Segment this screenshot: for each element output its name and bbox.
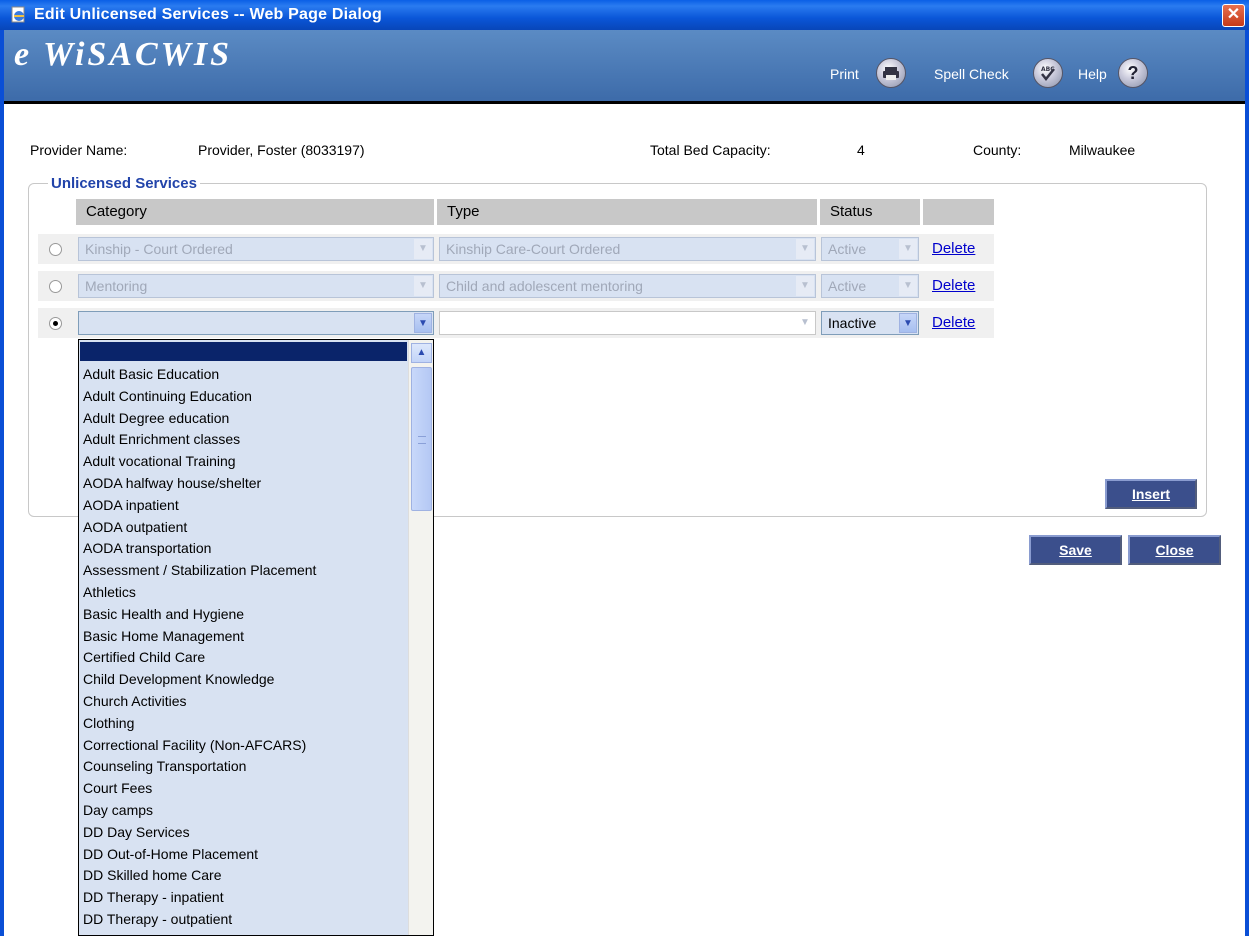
insert-button[interactable]: Insert	[1105, 479, 1197, 509]
type-select-value: Child and adolescent mentoring	[446, 278, 643, 294]
dropdown-option[interactable]: Day camps	[83, 799, 153, 821]
dropdown-option[interactable]: Adult Enrichment classes	[83, 428, 240, 450]
dropdown-option[interactable]: DD Therapy - outpatient	[83, 908, 232, 930]
dropdown-option[interactable]: Court Fees	[83, 777, 152, 799]
dropdown-option[interactable]: DD Out-of-Home Placement	[83, 843, 258, 865]
scrollbar-thumb[interactable]	[411, 367, 432, 511]
category-select-value: Mentoring	[85, 278, 148, 294]
chevron-down-icon: ▼	[796, 276, 814, 296]
dropdown-option[interactable]: AODA outpatient	[83, 516, 187, 538]
category-select[interactable]: Mentoring ▼	[78, 274, 434, 298]
dropdown-option[interactable]: Counseling Transportation	[83, 755, 246, 777]
column-header-status: Status	[820, 199, 920, 225]
spell-check-icon[interactable]: ABC	[1033, 58, 1063, 88]
dropdown-option[interactable]: Adult Basic Education	[83, 363, 219, 385]
delete-link[interactable]: Delete	[932, 314, 975, 331]
window-frame-right	[1245, 30, 1249, 936]
window-title: Edit Unlicensed Services -- Web Page Dia…	[34, 6, 382, 23]
column-header-type: Type	[437, 199, 817, 225]
status-select-value: Active	[828, 241, 867, 257]
dropdown-option[interactable]: DD Skilled home Care	[83, 864, 222, 886]
type-select[interactable]: Child and adolescent mentoring ▼	[439, 274, 816, 298]
chevron-down-icon: ▼	[899, 276, 917, 296]
dropdown-option[interactable]: DD Day Services	[83, 821, 190, 843]
dropdown-option[interactable]: Athletics	[83, 581, 136, 603]
printer-icon[interactable]	[876, 58, 906, 88]
county-label: County:	[973, 142, 1022, 158]
provider-name-label: Provider Name:	[30, 142, 128, 158]
dropdown-option[interactable]: Child Development Knowledge	[83, 668, 274, 690]
unlicensed-services-legend: Unlicensed Services	[48, 175, 200, 192]
dropdown-option[interactable]: Adult vocational Training	[83, 450, 236, 472]
bed-capacity-label: Total Bed Capacity:	[650, 142, 771, 158]
chevron-down-icon: ▼	[414, 276, 432, 296]
grip-icon	[418, 436, 426, 444]
bed-capacity-value: 4	[857, 142, 865, 158]
category-select[interactable]: ▼	[78, 311, 434, 335]
help-link[interactable]: Help	[1078, 66, 1107, 82]
dropdown-option[interactable]: Basic Health and Hygiene	[83, 603, 244, 625]
column-header-category: Category	[76, 199, 434, 225]
category-select[interactable]: Kinship - Court Ordered ▼	[78, 237, 434, 261]
dropdown-option[interactable]: DD Therapy - inpatient	[83, 886, 224, 908]
delete-link[interactable]: Delete	[932, 277, 975, 294]
type-select-value: Kinship Care-Court Ordered	[446, 241, 621, 257]
print-link[interactable]: Print	[830, 66, 859, 82]
chevron-down-icon: ▼	[796, 239, 814, 259]
status-select[interactable]: Active ▼	[821, 237, 919, 261]
spell-check-link[interactable]: Spell Check	[934, 66, 1009, 82]
help-icon[interactable]: ?	[1118, 58, 1148, 88]
chevron-down-icon: ▼	[899, 239, 917, 259]
window-frame-left	[0, 30, 4, 936]
category-select-value: Kinship - Court Ordered	[85, 241, 233, 257]
close-button[interactable]: Close	[1128, 535, 1221, 565]
chevron-down-icon[interactable]: ▼	[899, 313, 917, 333]
app-logo: e WiSACWIS	[14, 36, 233, 73]
save-button[interactable]: Save	[1029, 535, 1122, 565]
column-header-actions	[923, 199, 994, 225]
dropdown-option[interactable]: AODA halfway house/shelter	[83, 472, 261, 494]
county-value: Milwaukee	[1069, 142, 1136, 158]
type-select[interactable]: ▼	[439, 311, 816, 335]
delete-link[interactable]: Delete	[932, 240, 975, 257]
title-bar: Edit Unlicensed Services -- Web Page Dia…	[0, 0, 1249, 30]
dropdown-option[interactable]: Adult Degree education	[83, 407, 229, 429]
row-select-radio-selected[interactable]	[49, 317, 62, 330]
dropdown-option[interactable]: Clothing	[83, 712, 134, 734]
dropdown-scrollbar[interactable]: ▲	[408, 340, 433, 935]
highlighted-blank-option[interactable]	[80, 342, 407, 361]
dropdown-option[interactable]: Adult Continuing Education	[83, 385, 252, 407]
dropdown-option[interactable]: Certified Child Care	[83, 646, 205, 668]
chevron-down-icon: ▼	[796, 313, 814, 333]
chevron-down-icon[interactable]: ▼	[414, 313, 432, 333]
ie-page-icon	[11, 6, 25, 23]
scroll-up-arrow-icon[interactable]: ▲	[411, 343, 432, 363]
chevron-down-icon: ▼	[414, 239, 432, 259]
dropdown-option[interactable]: Basic Home Management	[83, 625, 244, 647]
dropdown-option[interactable]: Correctional Facility (Non-AFCARS)	[83, 734, 306, 756]
dropdown-option[interactable]: AODA inpatient	[83, 494, 179, 516]
row-select-radio[interactable]	[49, 243, 62, 256]
status-select-value: Active	[828, 278, 867, 294]
type-select[interactable]: Kinship Care-Court Ordered ▼	[439, 237, 816, 261]
status-select-value: Inactive	[828, 315, 877, 331]
category-dropdown-list[interactable]: Adult Basic Education Adult Continuing Ed…	[78, 339, 434, 936]
close-window-button[interactable]: ✕	[1222, 4, 1245, 27]
app-header: e WiSACWIS Print Spell Check ABC Help ?	[4, 30, 1245, 104]
dropdown-option[interactable]: Church Activities	[83, 690, 186, 712]
dropdown-option[interactable]: AODA transportation	[83, 537, 211, 559]
row-select-radio[interactable]	[49, 280, 62, 293]
dropdown-option[interactable]: Assessment / Stabilization Placement	[83, 559, 316, 581]
provider-name-value: Provider, Foster (8033197)	[198, 142, 365, 158]
status-select[interactable]: Active ▼	[821, 274, 919, 298]
status-select[interactable]: Inactive ▼	[821, 311, 919, 335]
